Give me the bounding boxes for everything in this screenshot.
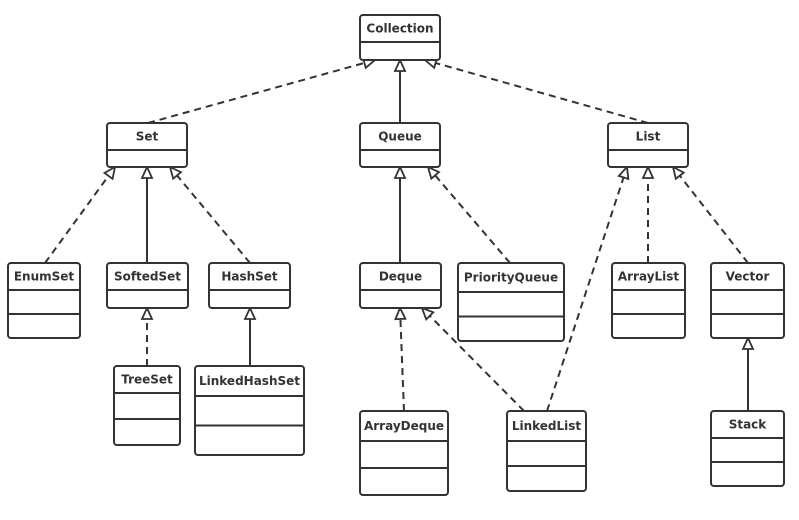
hollow-triangle-arrow-icon <box>671 165 686 181</box>
hollow-triangle-arrow-icon <box>140 305 154 320</box>
class-softedset[interactable]: SoftedSet <box>106 262 189 309</box>
relation-treeset-to-softedset <box>140 305 154 366</box>
relation-vector-to-list <box>671 165 749 264</box>
hollow-triangle-arrow-icon <box>394 305 407 321</box>
class-name: SoftedSet <box>114 270 181 284</box>
uml-diagram: Collection Set Queue List EnumSet SoftedSet Ha… <box>7 14 785 496</box>
class-name: Deque <box>379 270 422 284</box>
class-name: Stack <box>729 418 768 432</box>
relation-line <box>44 175 110 264</box>
class-name: Set <box>136 130 159 144</box>
class-linkedlist[interactable]: LinkedList <box>506 410 587 492</box>
relation-softedset-to-set <box>140 164 154 263</box>
class-name: Collection <box>366 22 433 36</box>
class-name: ArrayDeque <box>364 419 444 433</box>
relation-set-to-collection <box>147 57 378 124</box>
class-name: LinkedList <box>512 419 582 433</box>
class-name: ArrayList <box>618 270 680 284</box>
classes: Collection Set Queue List EnumSet SoftedSet Ha… <box>7 14 785 496</box>
class-name: Vector <box>726 270 770 284</box>
class-linkedhashset[interactable]: LinkedHashSet <box>194 365 305 456</box>
relations <box>44 57 755 412</box>
class-vector[interactable]: Vector <box>710 262 785 339</box>
hollow-triangle-arrow-icon <box>393 57 407 72</box>
relation-hashset-to-set <box>168 165 251 264</box>
class-hashset[interactable]: HashSet <box>208 262 291 309</box>
class-queue[interactable]: Queue <box>359 122 441 168</box>
relation-linkedhashset-to-hashset <box>243 305 257 366</box>
hollow-triangle-arrow-icon <box>420 306 435 321</box>
relation-line <box>435 62 649 124</box>
class-name: TreeSet <box>121 373 173 387</box>
class-priorityqueue[interactable]: PriorityQueue <box>457 262 565 342</box>
relation-line <box>176 174 251 264</box>
class-deque[interactable]: Deque <box>359 262 442 309</box>
hollow-triangle-arrow-icon <box>243 305 257 320</box>
relation-deque-to-queue <box>393 164 407 263</box>
relation-line <box>434 174 511 264</box>
relation-queue-to-collection <box>393 57 407 123</box>
relation-line <box>147 61 365 124</box>
class-name: PriorityQueue <box>464 271 558 285</box>
class-enumset[interactable]: EnumSet <box>7 262 81 339</box>
class-arraylist[interactable]: ArrayList <box>611 262 686 339</box>
class-name: HashSet <box>221 270 278 284</box>
class-list[interactable]: List <box>607 122 689 168</box>
hollow-triangle-arrow-icon <box>641 164 655 179</box>
hollow-triangle-arrow-icon <box>617 164 630 181</box>
class-stack[interactable]: Stack <box>710 410 785 487</box>
class-collection[interactable]: Collection <box>359 14 441 61</box>
class-name: LinkedHashSet <box>199 374 300 388</box>
class-set[interactable]: Set <box>106 122 188 168</box>
relation-list-to-collection <box>422 57 649 124</box>
hollow-triangle-arrow-icon <box>140 164 154 179</box>
relation-enumset-to-set <box>44 165 117 264</box>
class-name: EnumSet <box>14 270 75 284</box>
class-name: List <box>636 130 661 144</box>
class-name: Queue <box>378 130 422 144</box>
hollow-triangle-arrow-icon <box>393 164 407 179</box>
relation-arraylist-to-list <box>641 164 655 263</box>
relation-arraydeque-to-deque <box>394 305 407 412</box>
relation-line <box>399 318 405 412</box>
relation-line <box>678 175 749 264</box>
hollow-triangle-arrow-icon <box>741 335 755 350</box>
class-arraydeque[interactable]: ArrayDeque <box>359 410 449 496</box>
class-treeset[interactable]: TreeSet <box>113 365 181 446</box>
hollow-triangle-arrow-icon <box>102 165 117 181</box>
relation-priorityqueue-to-queue <box>426 165 511 264</box>
relation-stack-to-vector <box>741 335 755 411</box>
